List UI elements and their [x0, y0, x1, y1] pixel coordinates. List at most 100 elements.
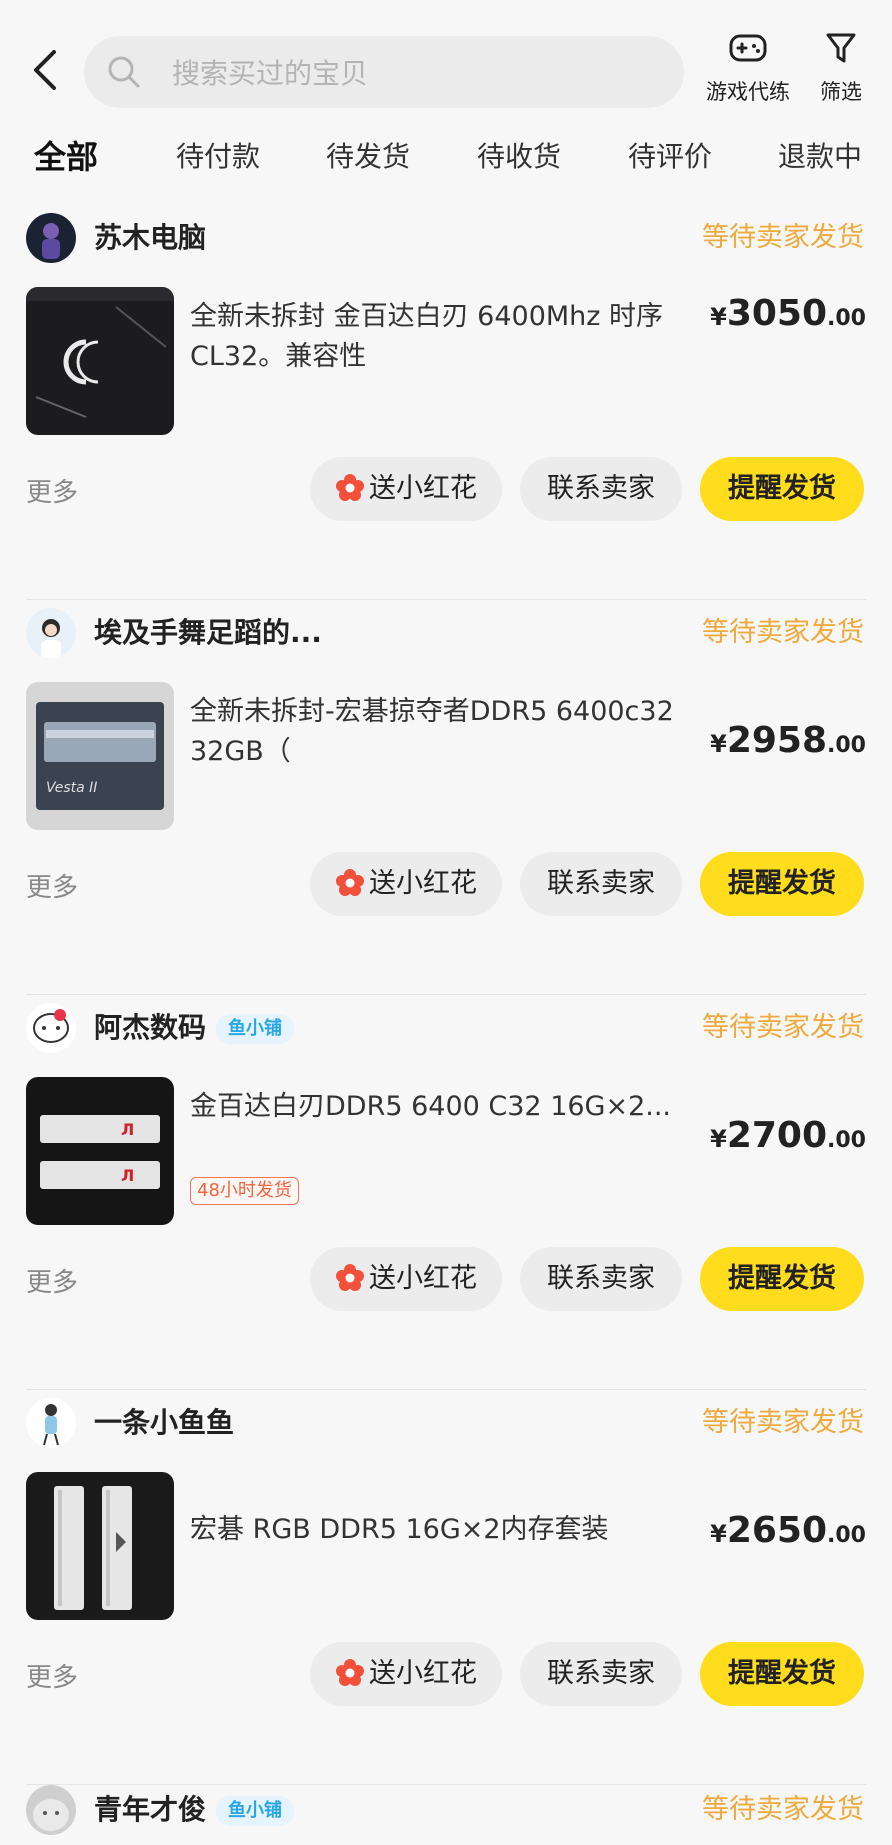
product-image[interactable]	[26, 287, 174, 435]
tab-pending-receipt[interactable]: 待收货	[477, 132, 561, 182]
avatar[interactable]	[26, 1398, 76, 1448]
search-icon	[108, 56, 140, 88]
send-flower-button[interactable]: 送小红花	[310, 457, 502, 521]
search-bar[interactable]	[84, 36, 684, 110]
send-flower-button[interactable]: 送小红花	[310, 1642, 502, 1706]
price-decimal: .00	[827, 1128, 866, 1153]
order-card: 一条小鱼鱼 等待卖家发货 宏碁 RGB DDR5 16G×2内存套装 ¥2650…	[0, 1390, 892, 1785]
shop-name-text: 阿杰数码	[94, 1011, 207, 1044]
more-link[interactable]: 更多	[26, 1263, 78, 1303]
send-flower-label: 送小红花	[369, 1263, 477, 1294]
shop-row: 苏木电脑 等待卖家发货	[26, 213, 864, 265]
shipping-time-tag: 48小时发货	[190, 1177, 299, 1205]
avatar[interactable]	[26, 1003, 76, 1053]
price-integer: 2958	[726, 720, 828, 761]
price-integer: 2650	[726, 1510, 828, 1551]
send-flower-button[interactable]: 送小红花	[310, 852, 502, 916]
contact-seller-button[interactable]: 联系卖家	[520, 457, 682, 521]
order-status: 等待卖家发货	[702, 1794, 864, 1825]
product-title[interactable]: 全新未拆封 金百达白刃 6400Mhz 时序CL32。兼容性	[190, 297, 690, 377]
filter-label: 筛选	[820, 80, 862, 104]
price-currency: ¥	[710, 1125, 727, 1153]
shop-badge: 鱼小铺	[216, 1796, 295, 1826]
avatar[interactable]	[26, 608, 76, 658]
remind-shipping-button[interactable]: 提醒发货	[700, 852, 864, 916]
shop-row: 阿杰数码 鱼小铺 等待卖家发货	[26, 1003, 864, 1055]
flower-icon	[336, 1658, 364, 1686]
product-image[interactable]: Vesta II	[26, 682, 174, 830]
shop-name[interactable]: 埃及手舞足蹈的...	[94, 608, 322, 658]
shop-row: 青年才俊 鱼小铺 等待卖家发货	[26, 1785, 864, 1837]
price-currency: ¥	[710, 730, 727, 758]
more-link[interactable]: 更多	[26, 1658, 78, 1698]
price-currency: ¥	[710, 303, 727, 331]
price-decimal: .00	[827, 1523, 866, 1548]
price-currency: ¥	[710, 1520, 727, 1548]
filter-icon	[826, 33, 856, 63]
order-status: 等待卖家发货	[702, 1407, 864, 1438]
order-status: 等待卖家发货	[702, 222, 864, 253]
flower-icon	[336, 473, 364, 501]
order-status: 等待卖家发货	[702, 1012, 864, 1043]
avatar[interactable]	[26, 1785, 76, 1835]
order-status: 等待卖家发货	[702, 617, 864, 648]
avatar[interactable]	[26, 213, 76, 263]
price-integer: 2700	[726, 1115, 828, 1156]
price-decimal: .00	[827, 733, 866, 758]
send-flower-label: 送小红花	[369, 473, 477, 504]
order-card: 埃及手舞足蹈的... 等待卖家发货 Vesta II 全新未拆封-宏碁掠夺者DD…	[0, 600, 892, 995]
order-tabs: 全部 待付款 待发货 待收货 待评价 退款中	[0, 132, 892, 192]
price: ¥2650.00	[710, 1510, 866, 1551]
shop-name[interactable]: 苏木电脑	[94, 213, 206, 263]
header: 游戏代练 筛选 全部 待付款 待发货 待收货 待评价 退款中	[0, 0, 892, 210]
flower-icon	[336, 868, 364, 896]
order-card: 苏木电脑 等待卖家发货 全新未拆封 金百达白刃 6400Mhz 时序CL32。兼…	[0, 205, 892, 600]
svg-text:Vesta II: Vesta II	[46, 780, 97, 796]
remind-shipping-button[interactable]: 提醒发货	[700, 1642, 864, 1706]
price: ¥3050.00	[710, 293, 866, 334]
product-title[interactable]: 全新未拆封-宏碁掠夺者DDR5 6400c32 32GB（	[190, 692, 690, 772]
svg-text:Л: Л	[121, 1166, 134, 1185]
product-title[interactable]: 金百达白刃DDR5 6400 C32 16G×2...	[190, 1087, 690, 1127]
order-card: 阿杰数码 鱼小铺 等待卖家发货 Л Л 金百达白刃DDR5 6400 C32 16…	[0, 995, 892, 1390]
tab-all-label: 全部	[34, 138, 99, 176]
tab-pending-shipment[interactable]: 待发货	[326, 132, 410, 182]
tab-pending-payment[interactable]: 待付款	[176, 132, 260, 182]
price-decimal: .00	[827, 306, 866, 331]
remind-shipping-button[interactable]: 提醒发货	[700, 457, 864, 521]
send-flower-label: 送小红花	[369, 1658, 477, 1689]
send-flower-label: 送小红花	[369, 868, 477, 899]
back-button[interactable]	[26, 44, 66, 96]
price: ¥2700.00	[710, 1115, 866, 1156]
flower-icon	[336, 1263, 364, 1291]
tab-refunding[interactable]: 退款中	[778, 132, 862, 182]
send-flower-button[interactable]: 送小红花	[310, 1247, 502, 1311]
shop-name-text: 青年才俊	[94, 1793, 207, 1826]
shop-row: 一条小鱼鱼 等待卖家发货	[26, 1398, 864, 1450]
price-integer: 3050	[726, 293, 828, 334]
contact-seller-button[interactable]: 联系卖家	[520, 1642, 682, 1706]
product-title[interactable]: 宏碁 RGB DDR5 16G×2内存套装	[190, 1510, 690, 1550]
more-link[interactable]: 更多	[26, 868, 78, 908]
shop-name[interactable]: 青年才俊 鱼小铺	[94, 1785, 295, 1835]
contact-seller-button[interactable]: 联系卖家	[520, 852, 682, 916]
product-image[interactable]	[26, 1472, 174, 1620]
order-card-partial: 青年才俊 鱼小铺 等待卖家发货	[0, 1785, 892, 1845]
order-list: 苏木电脑 等待卖家发货 全新未拆封 金百达白刃 6400Mhz 时序CL32。兼…	[0, 205, 892, 1785]
game-boost-label: 游戏代练	[706, 80, 790, 104]
tab-pending-review[interactable]: 待评价	[628, 132, 712, 182]
more-link[interactable]: 更多	[26, 473, 78, 513]
search-input[interactable]	[170, 36, 664, 110]
svg-text:Л: Л	[121, 1120, 134, 1139]
gamepad-icon	[729, 34, 767, 62]
remind-shipping-button[interactable]: 提醒发货	[700, 1247, 864, 1311]
tab-all[interactable]: 全部	[32, 132, 101, 182]
shop-name[interactable]: 一条小鱼鱼	[94, 1398, 234, 1448]
product-image[interactable]: Л Л	[26, 1077, 174, 1225]
filter-button[interactable]: 筛选	[820, 30, 862, 106]
shop-name[interactable]: 阿杰数码 鱼小铺	[94, 1003, 295, 1053]
price: ¥2958.00	[710, 720, 866, 761]
contact-seller-button[interactable]: 联系卖家	[520, 1247, 682, 1311]
game-boost-button[interactable]: 游戏代练	[706, 30, 790, 106]
shop-row: 埃及手舞足蹈的... 等待卖家发货	[26, 608, 864, 660]
